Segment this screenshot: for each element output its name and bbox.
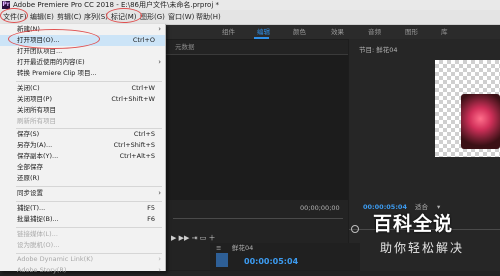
source-timecode-right: 00;00;00;00 <box>300 204 340 212</box>
menu-item-close-all-projects[interactable]: 关闭所有项目 <box>0 105 165 116</box>
annotation-circle-marker-menu <box>106 8 142 23</box>
file-menu-dropdown: 新建(N) › 打开项目(O)... Ctrl+O 打开团队项目... 打开最近使用… <box>0 24 166 274</box>
source-monitor-panel: 元数据 00;00;00;00 ▶ ▶▶ ⇥ ▭ ＋ <box>165 40 348 270</box>
workspace-tab-color[interactable]: 颜色 <box>293 25 306 39</box>
scrub-handle-icon[interactable] <box>351 225 359 233</box>
workspace-tabs: 组件 编辑 颜色 效果 音频 图形 库 <box>165 25 500 39</box>
flower-image <box>461 94 500 149</box>
menu-edit[interactable]: 编辑(E) <box>30 10 54 24</box>
workspace-tab-libraries[interactable]: 库 <box>441 25 448 39</box>
menu-separator <box>16 81 162 82</box>
menu-item-refresh-all-projects: 刷新所有项目 <box>17 117 56 125</box>
menu-item-save-copy[interactable]: 保存副本(Y)... Ctrl+Alt+S <box>0 151 165 162</box>
timeline-panel: ≡ 鲜花04 00:00:05:04 <box>210 243 360 271</box>
menu-item-close-project[interactable]: 关闭项目(P) Ctrl+Shift+W <box>0 94 165 105</box>
menu-item-link-media: 链接媒体(L)... <box>17 230 58 238</box>
menu-sequence[interactable]: 序列(S) <box>84 10 108 24</box>
workspace-tab-assembly[interactable]: 组件 <box>222 25 235 39</box>
menu-clip[interactable]: 剪辑(C) <box>57 10 81 24</box>
annotation-circle-file-menu <box>0 8 28 23</box>
menu-item-revert[interactable]: 还原(R) <box>0 173 165 184</box>
program-timecode: 00:00:05:04 <box>363 203 407 211</box>
menu-item-open-recent[interactable]: 打开最近使用的内容(E) › <box>0 57 165 68</box>
menu-help[interactable]: 帮助(H) <box>196 10 221 24</box>
title-bar: Pr Adobe Premiere Pro CC 2018 - E:\86用户文… <box>0 0 500 10</box>
menu-separator <box>16 186 162 187</box>
active-tab-indicator <box>254 37 269 39</box>
timeline-timecode: 00:00:05:04 <box>244 257 299 266</box>
watermark-title: 百科全说 <box>373 213 454 235</box>
submenu-arrow-icon: › <box>158 255 161 263</box>
submenu-arrow-icon: › <box>158 58 161 66</box>
menu-item-save-as[interactable]: 另存为(A)... Ctrl+Shift+S <box>0 140 165 151</box>
watermark-subtitle: 助你轻松解决 <box>380 241 465 255</box>
menu-item-batch-capture[interactable]: 批量捕捉(B)... F6 <box>0 214 165 225</box>
menu-bar: 文件(F) 编辑(E) 剪辑(C) 序列(S) 标记(M) 图形(G) 窗口(W… <box>0 10 500 25</box>
menu-item-save[interactable]: 保存(S) Ctrl+S <box>0 129 165 140</box>
workspace-tab-graphics[interactable]: 图形 <box>405 25 418 39</box>
submenu-arrow-icon: › <box>158 25 161 33</box>
program-monitor-title: 节目: 鲜花04 <box>359 46 398 54</box>
submenu-arrow-icon: › <box>158 189 161 197</box>
menu-item-adobe-dynamic-link: Adobe Dynamic Link(K) › <box>17 255 161 263</box>
menu-item-make-offline: 设为脱机(O)... <box>17 241 60 249</box>
menu-item-open-team-project[interactable]: 打开团队项目... <box>0 46 165 57</box>
chevron-down-icon[interactable]: ▾ <box>437 203 440 212</box>
menu-item-save-all[interactable]: 全部保存 <box>0 162 165 173</box>
timeline-menu-icon[interactable]: ≡ <box>216 244 221 253</box>
menu-item-close[interactable]: 关闭(C) Ctrl+W <box>0 83 165 94</box>
program-monitor-panel: 节目: 鲜花04 00:00:05:04 适合 ▾ <box>349 39 500 271</box>
menu-item-capture[interactable]: 捕捉(T)... F5 <box>0 203 165 214</box>
menu-item-sync-settings[interactable]: 同步设置 › <box>0 188 165 199</box>
source-viewer <box>165 55 348 200</box>
menu-item-convert-premiere-clip[interactable]: 转换 Premiere Clip 项目... <box>0 68 165 79</box>
fit-dropdown[interactable]: 适合 <box>415 203 428 212</box>
annotation-circle-open-project <box>8 29 100 49</box>
menu-separator <box>16 201 162 202</box>
source-timeline-ruler <box>173 218 343 219</box>
workspace-tab-effects[interactable]: 效果 <box>331 25 344 39</box>
source-play-controls[interactable]: ▶ ▶▶ ⇥ ▭ ＋ <box>171 233 216 243</box>
selection-tool-icon[interactable] <box>216 253 228 267</box>
metadata-tab[interactable]: 元数据 <box>175 43 195 52</box>
timeline-tab[interactable]: 鲜花04 <box>232 244 253 253</box>
menu-graphics[interactable]: 图形(G) <box>140 10 165 24</box>
menu-separator <box>16 227 162 228</box>
workspace-tab-audio[interactable]: 音频 <box>368 25 381 39</box>
menu-window[interactable]: 窗口(W) <box>168 10 194 24</box>
